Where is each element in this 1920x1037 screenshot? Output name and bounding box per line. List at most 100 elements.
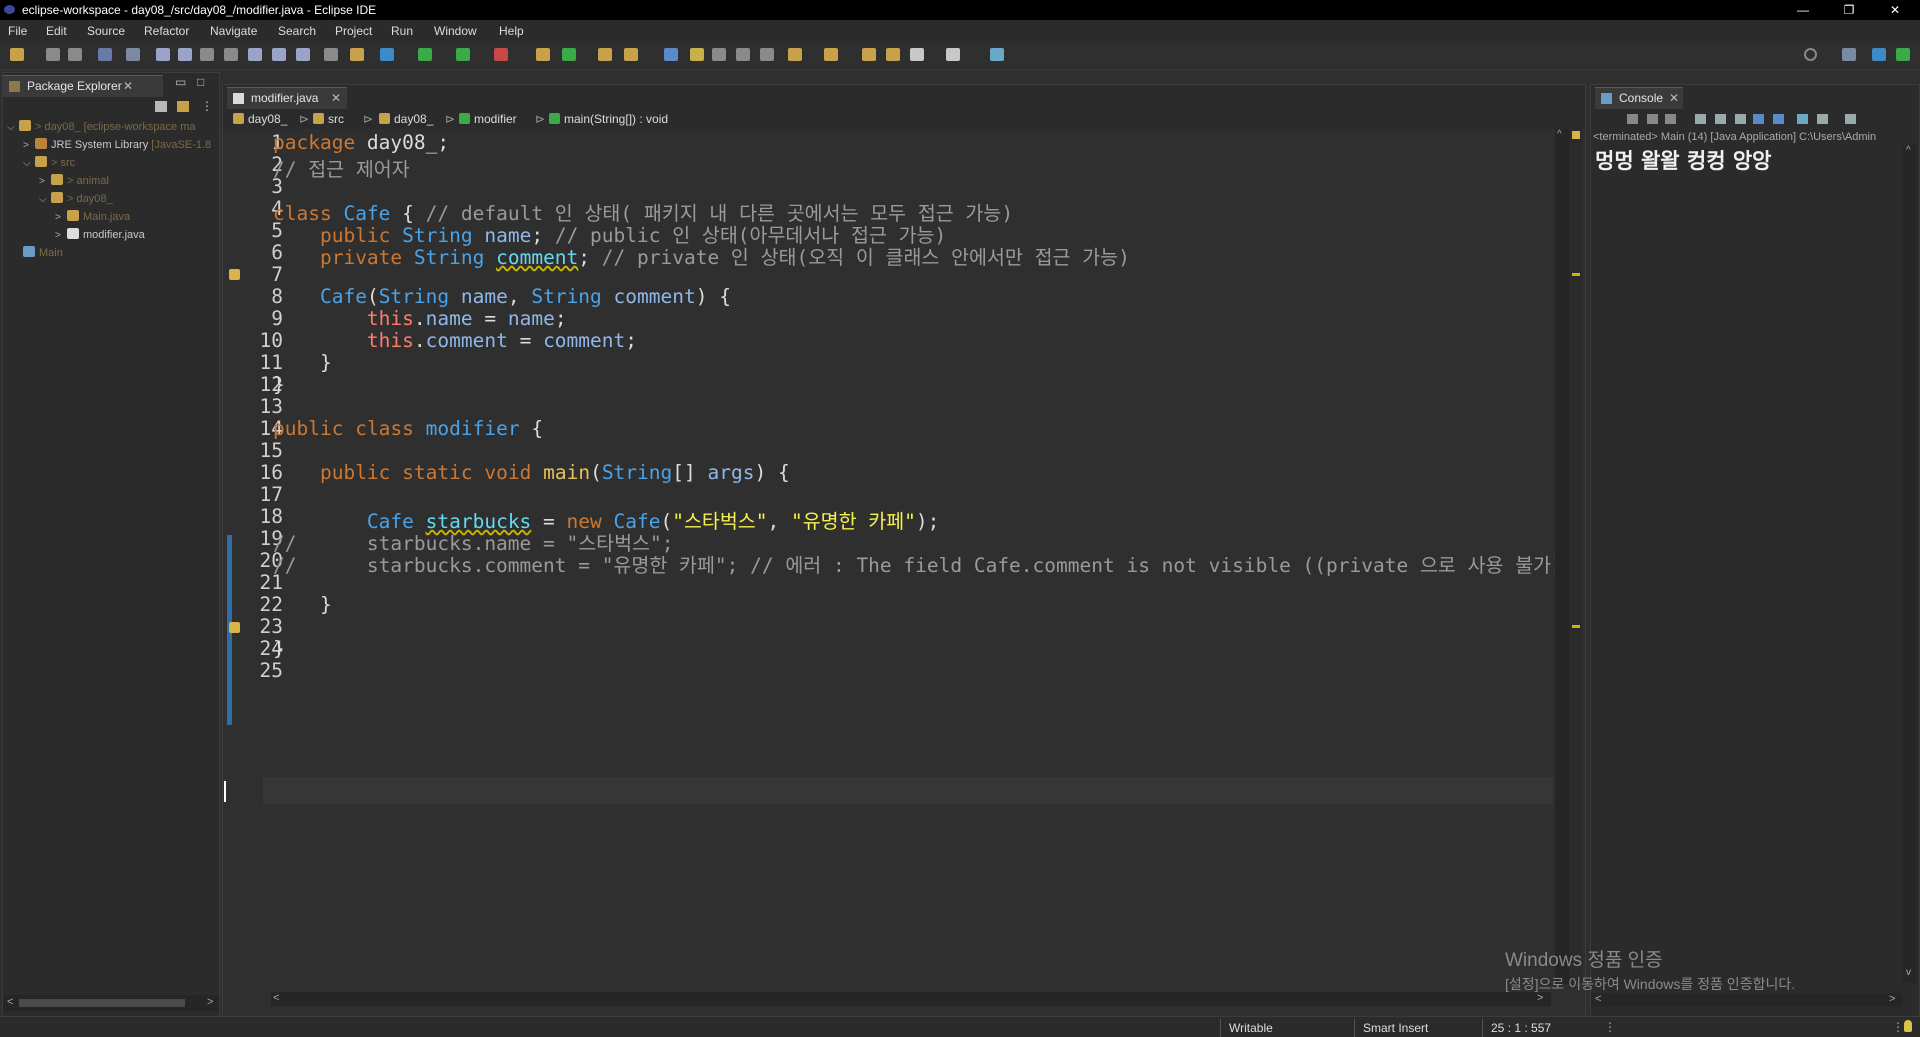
display-console-icon[interactable] bbox=[1817, 114, 1828, 124]
menu-source[interactable]: Source bbox=[87, 24, 125, 38]
java-perspective-icon[interactable] bbox=[1872, 48, 1886, 61]
expand-icon[interactable]: > bbox=[23, 137, 35, 154]
drop-to-frame-icon[interactable] bbox=[324, 48, 338, 61]
menu-refactor[interactable]: Refactor bbox=[144, 24, 189, 38]
suspend-icon[interactable] bbox=[178, 48, 192, 61]
menu-edit[interactable]: Edit bbox=[46, 24, 67, 38]
menu-help[interactable]: Help bbox=[499, 24, 524, 38]
toggle-block-selection-icon[interactable] bbox=[712, 48, 726, 61]
status-menu-icon[interactable]: ⋮ bbox=[1892, 1020, 1904, 1034]
tree-item-main[interactable]: Main bbox=[23, 245, 63, 262]
skip-breakpoints-icon[interactable] bbox=[126, 48, 140, 61]
minimize-button[interactable]: — bbox=[1780, 0, 1826, 20]
show-stdout-icon[interactable] bbox=[1753, 114, 1764, 124]
code-editor[interactable]: 1 2 3 4 5 6 7 8 9 10 11 12 13 14 15 16 1… bbox=[223, 129, 1563, 984]
terminate-icon[interactable] bbox=[200, 48, 214, 61]
pin-console-icon[interactable] bbox=[1797, 114, 1808, 124]
resume-icon[interactable] bbox=[156, 48, 170, 61]
search-task-icon[interactable] bbox=[624, 48, 638, 61]
pilcrow-icon[interactable] bbox=[760, 48, 774, 61]
scroll-up-icon[interactable]: ^ bbox=[1557, 129, 1562, 140]
tree-item-day08-package[interactable]: ⌵ > day08_ bbox=[39, 191, 113, 208]
forward-arrow-icon[interactable] bbox=[946, 48, 960, 61]
code-line[interactable]: public class modifier { bbox=[273, 417, 543, 440]
last-edit-location-icon[interactable] bbox=[862, 48, 876, 61]
scroll-right-icon[interactable]: > bbox=[1889, 993, 1895, 1005]
toggle-mark-occurrences-icon[interactable] bbox=[664, 48, 678, 61]
step-into-icon[interactable] bbox=[248, 48, 262, 61]
show-stderr-icon[interactable] bbox=[1773, 114, 1784, 124]
code-line[interactable]: } bbox=[273, 593, 332, 616]
tab-package-explorer[interactable]: Package Explorer ✕ bbox=[3, 75, 163, 97]
expand-icon[interactable]: > bbox=[39, 173, 51, 190]
remove-launch-icon[interactable] bbox=[1647, 114, 1658, 124]
pin-editor-icon[interactable] bbox=[990, 48, 1004, 61]
use-step-filters-icon[interactable] bbox=[350, 48, 364, 61]
code-line[interactable]: } bbox=[273, 637, 285, 660]
collapse-all-icon[interactable] bbox=[155, 101, 167, 112]
tree-item-main-java[interactable]: > Main.java bbox=[55, 209, 130, 226]
code-line[interactable]: public static void main(String[] args) { bbox=[273, 461, 790, 484]
code-line[interactable]: // 접근 제어자 bbox=[273, 153, 410, 182]
step-return-icon[interactable] bbox=[296, 48, 310, 61]
expand-icon[interactable]: ⌵ bbox=[39, 191, 51, 208]
expand-icon[interactable]: > bbox=[55, 227, 67, 244]
view-menu-icon[interactable]: ⋮ bbox=[201, 99, 213, 113]
menu-window[interactable]: Window bbox=[434, 24, 477, 38]
tree-item-src[interactable]: ⌵ > src bbox=[23, 155, 75, 172]
save-all-icon[interactable] bbox=[68, 48, 82, 61]
scroll-left-icon[interactable]: < bbox=[7, 996, 13, 1008]
expand-icon[interactable]: > bbox=[55, 209, 67, 226]
warning-marker[interactable] bbox=[1572, 625, 1580, 628]
scroll-thumb[interactable] bbox=[19, 999, 185, 1007]
maximize-view-icon[interactable]: □ bbox=[197, 75, 204, 89]
expand-icon[interactable]: ⌵ bbox=[23, 155, 35, 172]
menu-run[interactable]: Run bbox=[391, 24, 413, 38]
save-icon[interactable] bbox=[46, 48, 60, 61]
tree-item-modifier-java[interactable]: > modifier.java bbox=[55, 227, 145, 244]
debug-icon[interactable] bbox=[380, 48, 394, 61]
breadcrumb-src[interactable]: src bbox=[313, 112, 344, 126]
menu-navigate[interactable]: Navigate bbox=[210, 24, 257, 38]
previous-annotation-icon[interactable] bbox=[824, 48, 838, 61]
horizontal-scrollbar[interactable]: < > bbox=[3, 995, 219, 1011]
next-annotation-icon[interactable] bbox=[788, 48, 802, 61]
breadcrumb-class[interactable]: modifier bbox=[459, 112, 517, 126]
scroll-right-icon[interactable]: > bbox=[207, 996, 213, 1008]
scroll-left-icon[interactable]: < bbox=[1595, 993, 1601, 1005]
open-console-icon[interactable] bbox=[1845, 114, 1856, 124]
external-tools-icon[interactable] bbox=[494, 48, 508, 61]
menu-project[interactable]: Project bbox=[335, 24, 372, 38]
code-line[interactable]: Cafe(String name, String comment) { bbox=[273, 285, 731, 308]
warning-summary-icon[interactable] bbox=[1572, 131, 1580, 139]
status-cursor-position[interactable]: 25 : 1 : 557 bbox=[1482, 1019, 1591, 1037]
code-line[interactable]: } bbox=[273, 351, 332, 374]
run-icon[interactable] bbox=[418, 48, 432, 61]
step-over-icon[interactable] bbox=[272, 48, 286, 61]
expand-icon[interactable]: ⌵ bbox=[7, 119, 19, 136]
new-icon[interactable] bbox=[10, 48, 24, 61]
coverage-icon[interactable] bbox=[456, 48, 470, 61]
new-java-project-icon[interactable] bbox=[536, 48, 550, 61]
word-wrap-icon[interactable] bbox=[1735, 114, 1746, 124]
breadcrumb-method[interactable]: main(String[]) : void bbox=[549, 112, 668, 126]
clear-console-icon[interactable] bbox=[1695, 114, 1706, 124]
terminal-icon[interactable] bbox=[98, 48, 112, 61]
menu-file[interactable]: File bbox=[8, 24, 27, 38]
horizontal-scrollbar[interactable]: < > bbox=[271, 992, 1551, 1006]
disconnect-icon[interactable] bbox=[224, 48, 238, 61]
tree-item-animal[interactable]: > > animal bbox=[39, 173, 109, 190]
code-line[interactable]: // starbucks.comment = "유명한 카페"; // 에러 :… bbox=[273, 549, 1563, 578]
minimize-view-icon[interactable]: ▭ bbox=[175, 75, 186, 89]
maximize-button[interactable]: ❐ bbox=[1826, 0, 1872, 20]
code-line[interactable]: this.name = name; bbox=[273, 307, 567, 330]
close-icon[interactable]: ✕ bbox=[331, 88, 341, 109]
code-line[interactable]: private String comment; // private 인 상태(… bbox=[273, 241, 1130, 270]
tab-console[interactable]: Console ✕ bbox=[1595, 87, 1683, 109]
debug-perspective-icon[interactable] bbox=[1896, 48, 1910, 61]
lightbulb-icon[interactable] bbox=[1904, 1020, 1912, 1032]
horizontal-scrollbar[interactable]: < > bbox=[1591, 993, 1903, 1007]
code-line[interactable]: this.comment = comment; bbox=[273, 329, 637, 352]
close-icon[interactable]: ✕ bbox=[123, 76, 133, 97]
scroll-up-icon[interactable]: ^ bbox=[1906, 145, 1911, 156]
